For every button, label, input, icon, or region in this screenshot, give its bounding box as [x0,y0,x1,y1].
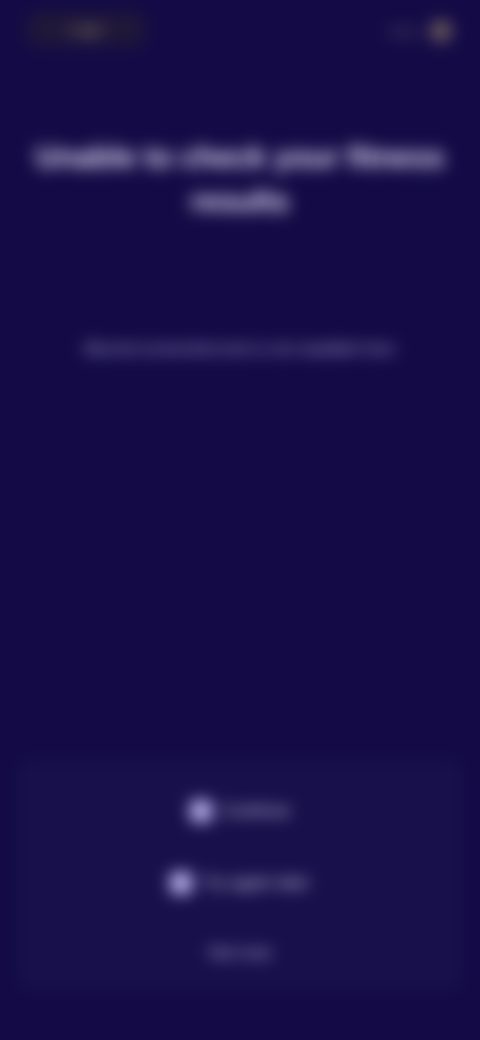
top-right-control[interactable]: Menu [356,20,452,42]
app-screen: Logo Menu Unable to check your fitness r… [0,0,480,1040]
secondary-action-button[interactable]: Try again later [154,868,326,898]
primary-action-button[interactable]: Continue [155,796,325,826]
refresh-icon [169,872,192,894]
tertiary-action-link[interactable]: Not now [165,938,315,968]
top-bar: Logo Menu [0,0,480,70]
tertiary-action-label: Not now [208,943,272,962]
secondary-action-label: Try again later [201,873,311,892]
page-subtitle: Blurred screenshot text is not readable … [84,341,396,358]
top-right-label: Menu [389,23,422,39]
app-icon [189,800,212,822]
primary-action-label: Continue [221,801,291,820]
page-title: Unable to check your fitness results [35,141,445,218]
brand-logo[interactable]: Logo [28,12,144,46]
profile-icon [430,20,452,42]
